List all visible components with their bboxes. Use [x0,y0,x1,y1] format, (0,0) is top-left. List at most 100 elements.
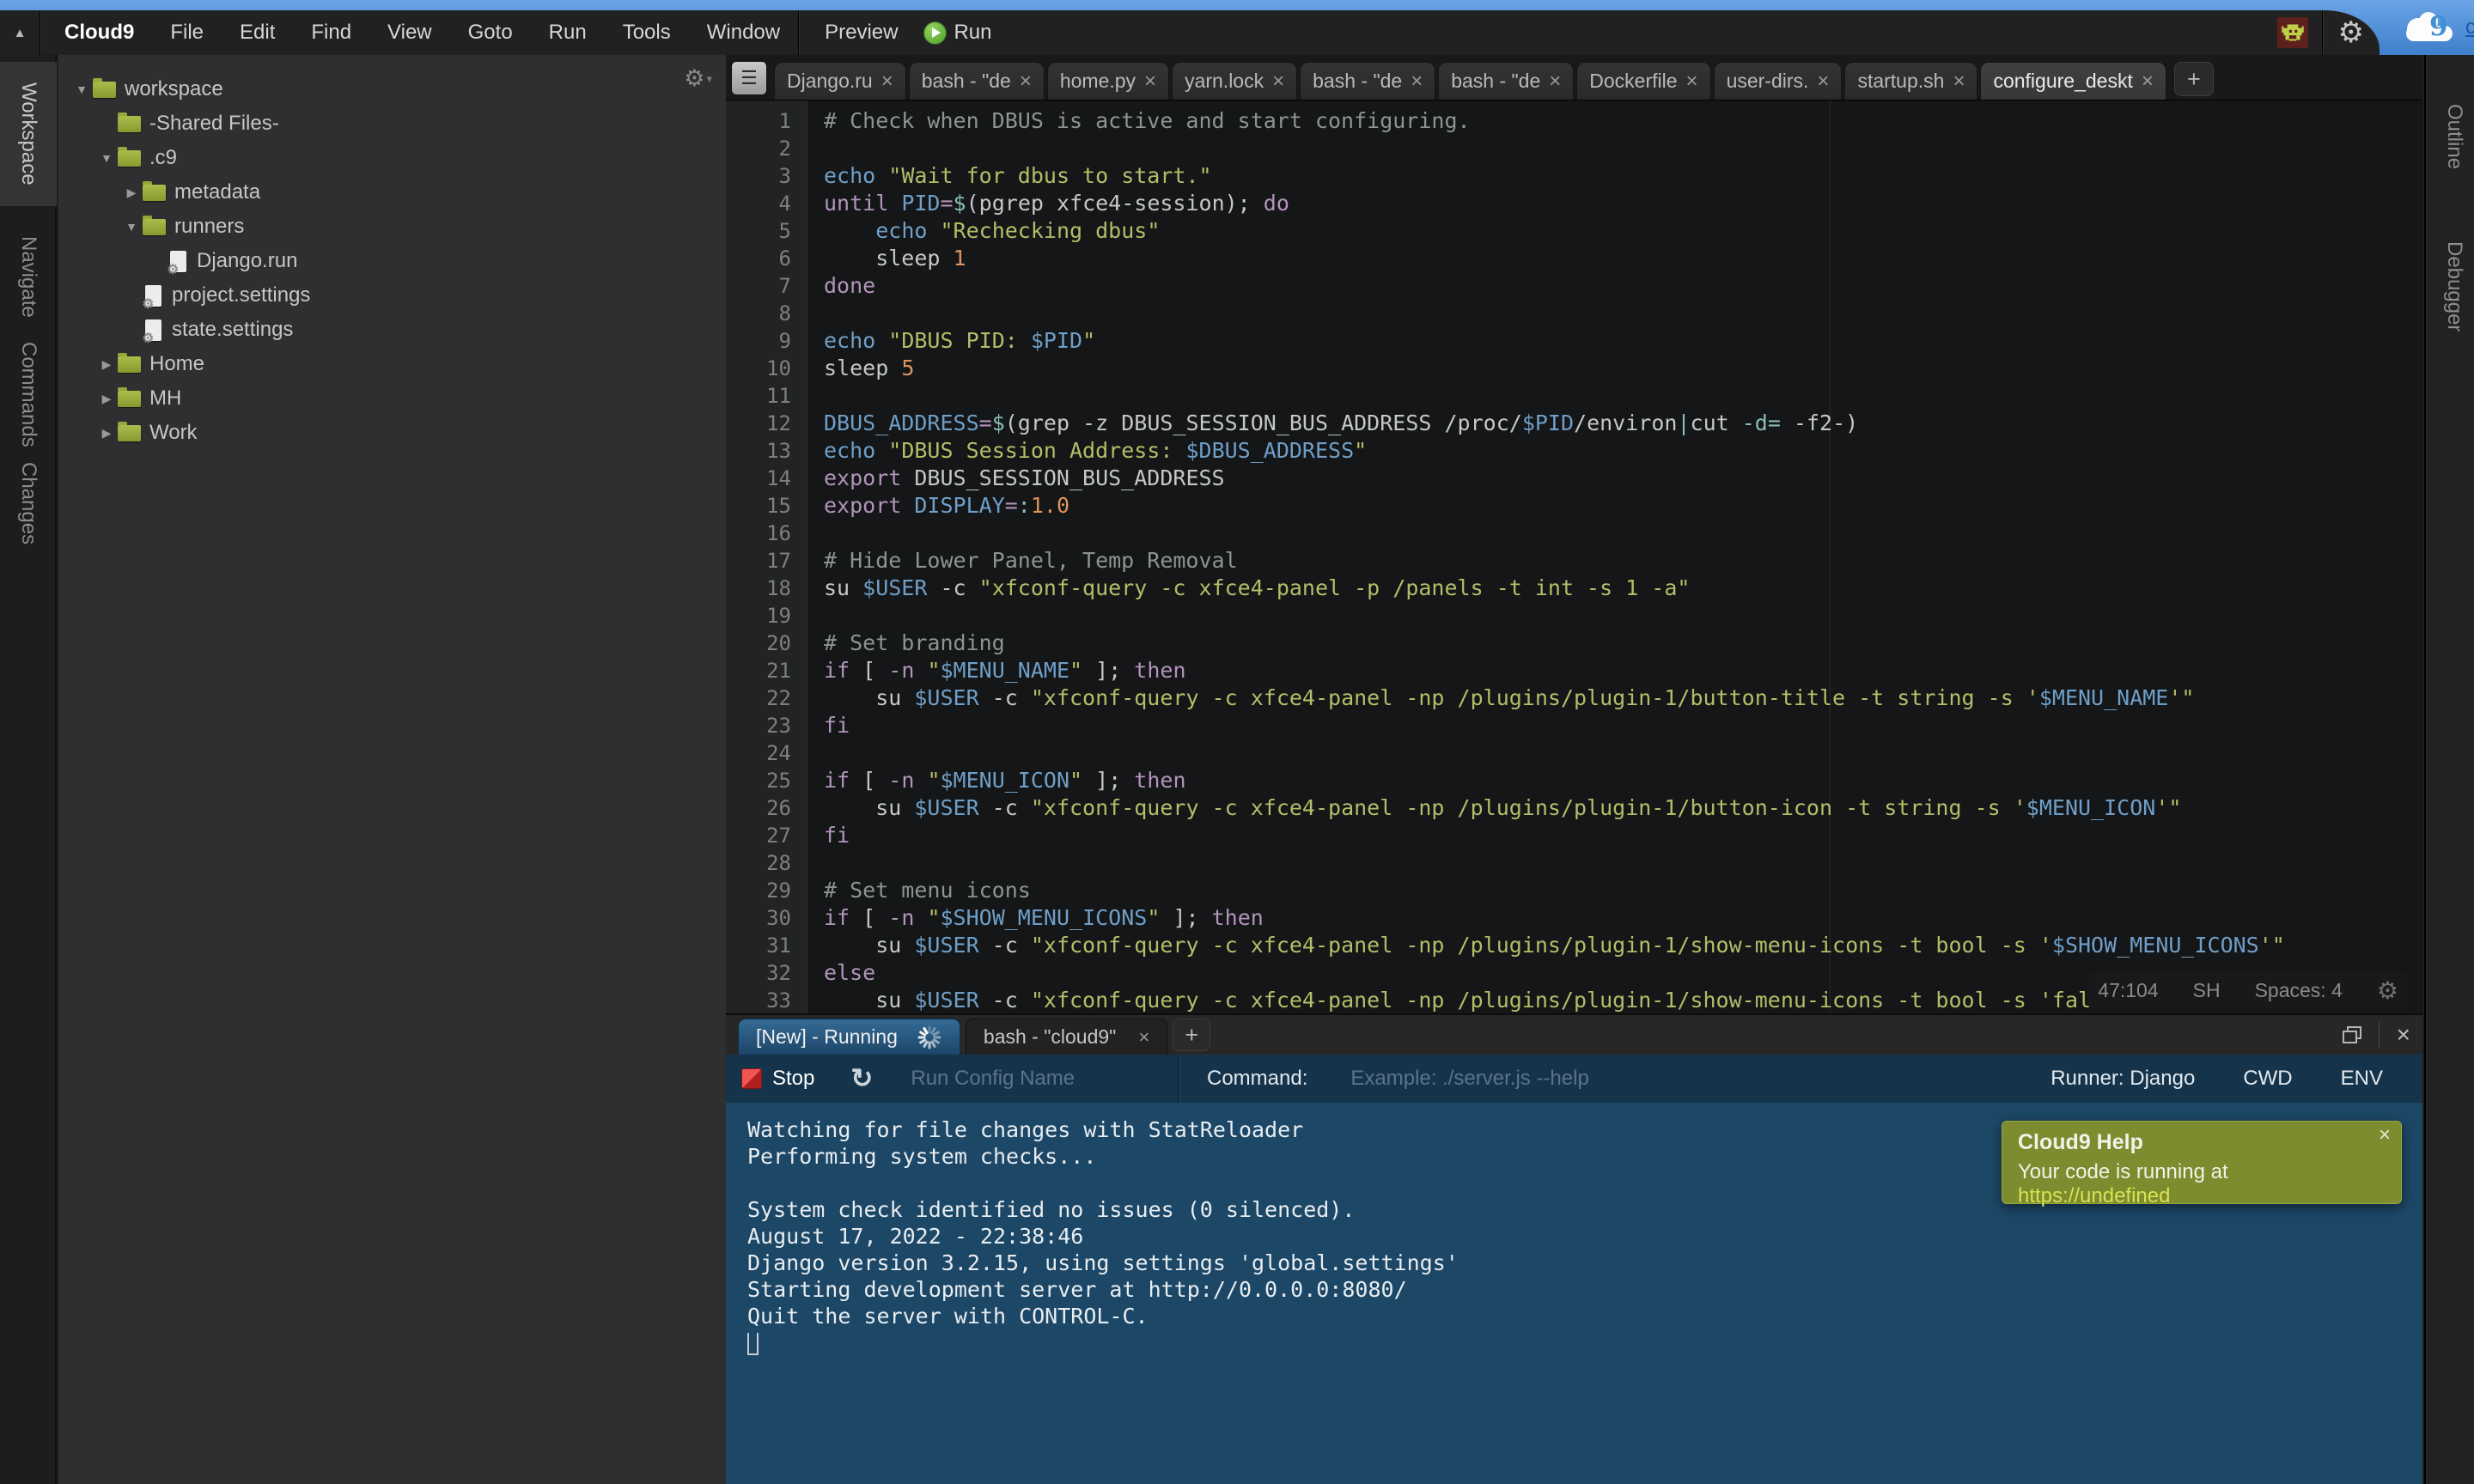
menu-goto[interactable]: Goto [450,10,531,55]
editor-prefs-gear-icon[interactable]: ⚙ [2377,976,2398,1005]
editor-tab[interactable]: bash - "de× [1300,62,1435,100]
expand-open-icon[interactable]: ▼ [70,82,93,96]
syntax-mode[interactable]: SH [2193,979,2221,1002]
tree-item[interactable]: ▶Work [58,416,726,450]
tree-item[interactable]: ▼runners [58,210,726,244]
line-number-gutter: 1234567891011121314151617181920212223242… [726,100,807,1013]
command-input[interactable]: Example: ./server.js --help [1350,1067,1588,1091]
menu-window[interactable]: Window [689,10,798,55]
code-line: echo "DBUS Session Address: $DBUS_ADDRES… [824,437,1367,465]
rail-tab-debugger[interactable]: Debugger [2426,214,2474,360]
line-number: 31 [766,932,791,959]
run-config-name-input[interactable]: Run Config Name [911,1067,1075,1091]
editor-tab[interactable]: bash - "de × [909,62,1045,100]
tree-item[interactable]: ▼workspace [58,72,726,106]
code-line: else [824,959,875,987]
editor-tab[interactable]: home.py× [1047,62,1169,100]
new-console-tab-button[interactable]: + [1173,1019,1210,1051]
code-editor[interactable]: 1234567891011121314151617181920212223242… [726,100,2422,1013]
popup-close-icon[interactable]: × [2379,1123,2391,1147]
editor-tab[interactable]: startup.sh × [1844,62,1977,100]
expand-open-icon[interactable]: ▼ [95,151,118,165]
editor-tab[interactable]: Dockerfile× [1576,62,1710,100]
console-tab-label: [New] - Running [756,1025,898,1049]
folder-icon [143,185,166,201]
editor-tab[interactable]: user-dirs.× [1714,62,1843,100]
expand-closed-icon[interactable]: ▶ [120,186,143,200]
line-number: 33 [766,987,791,1013]
menu-cloud9[interactable]: Cloud9 [40,10,152,55]
menu-run[interactable]: Run [531,10,605,55]
expand-closed-icon[interactable]: ▶ [95,357,118,372]
expand-closed-icon[interactable]: ▶ [95,392,118,406]
menu-view[interactable]: View [369,10,450,55]
running-spinner-icon [917,1025,942,1050]
menu-find[interactable]: Find [293,10,369,55]
rail-tab-changes[interactable]: Changes [0,452,57,555]
tab-list-menu-button[interactable]: ☰ [731,61,767,95]
tree-item[interactable]: ▶metadata [58,175,726,210]
editor-tab[interactable]: bash - "de× [1438,62,1574,100]
restart-icon[interactable]: ↻ [850,1063,873,1094]
run-button[interactable]: Run [923,21,1008,45]
console-tab-active[interactable]: [New] - Running [738,1019,960,1055]
close-panel-icon[interactable]: × [2397,1021,2410,1049]
stop-button[interactable]: Stop [741,1067,814,1091]
rail-tab-outline[interactable]: Outline [2426,72,2474,201]
popup-title: Cloud9 Help [2018,1130,2386,1155]
tab-close-icon[interactable]: × [1144,70,1156,94]
rail-tab-commands[interactable]: Commands [0,338,57,450]
tree-item-label: MH [149,386,181,411]
expand-closed-icon[interactable]: ▶ [95,426,118,441]
line-number: 23 [766,712,791,739]
expand-open-icon[interactable]: ▼ [120,220,143,234]
tab-close-icon[interactable]: × [1817,70,1829,94]
tree-item[interactable]: -Shared Files- [58,106,726,141]
tree-item[interactable]: Django.run [58,244,726,278]
tree-item[interactable]: project.settings [58,278,726,313]
editor-tab[interactable]: yarn.lock × [1172,62,1297,100]
line-number: 22 [766,684,791,712]
rail-tab-navigate[interactable]: Navigate [0,225,57,328]
env-button[interactable]: ENV [2341,1067,2383,1091]
code-line: if [ -n "$SHOW_MENU_ICONS" ]; then [824,904,1264,932]
editor-tab-label: startup.sh [1857,70,1944,93]
tab-close-icon[interactable]: × [1549,70,1561,94]
collapse-menubar-button[interactable]: ▲ [0,26,40,40]
terminal-line: August 17, 2022 - 22:38:46 [747,1223,2422,1250]
editor-tab[interactable]: Django.ru× [774,62,906,100]
cwd-button[interactable]: CWD [2243,1067,2292,1091]
tab-close-icon[interactable]: × [1953,70,1965,94]
runner-selector[interactable]: Runner: Django [2050,1067,2195,1091]
folder-icon [93,82,116,98]
tab-close-icon[interactable]: × [881,70,893,94]
console-tab[interactable]: bash - "cloud9"× [966,1019,1167,1055]
tab-close-icon[interactable]: × [1138,1026,1149,1049]
popup-running-link[interactable]: https://undefined [2018,1184,2170,1207]
editor-tab-label: bash - "de [922,70,1011,93]
rail-tab-workspace[interactable]: Workspace [0,62,57,206]
tab-close-icon[interactable]: × [1272,70,1284,94]
code-line: if [ -n "$MENU_ICON" ]; then [824,767,1186,794]
bug-report-icon[interactable] [2277,17,2308,48]
tab-close-icon[interactable]: × [1411,70,1423,94]
tree-item[interactable]: ▶ MH [58,381,726,416]
menu-tools[interactable]: Tools [605,10,689,55]
restore-panel-icon[interactable] [2343,1026,2361,1043]
tab-close-icon[interactable]: × [1686,70,1698,94]
indent-setting[interactable]: Spaces: 4 [2255,979,2343,1002]
new-tab-button[interactable]: + [2174,62,2214,96]
tree-item[interactable]: state.settings [58,313,726,347]
editor-tab-label: yarn.lock [1185,70,1264,93]
account-link[interactable]: c [2465,15,2474,40]
cursor-position[interactable]: 47:104 [2098,979,2158,1002]
tab-close-icon[interactable]: × [2142,70,2154,94]
preview-button[interactable]: Preview [799,10,923,55]
tree-item[interactable]: ▶Home [58,347,726,381]
editor-tab-active[interactable]: configure_deskt× [1980,62,2166,100]
line-number: 5 [779,217,791,245]
menu-edit[interactable]: Edit [222,10,293,55]
tab-close-icon[interactable]: × [1020,70,1032,94]
menu-file[interactable]: File [152,10,222,55]
tree-item[interactable]: ▼.c9 [58,141,726,175]
